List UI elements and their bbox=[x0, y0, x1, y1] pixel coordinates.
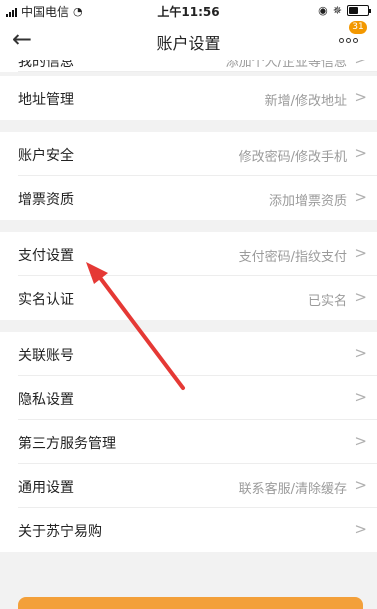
list-item[interactable]: 支付设置 支付密码/指纹支付 > bbox=[18, 232, 377, 276]
list-item[interactable]: 地址管理 新增/修改地址 > bbox=[18, 76, 377, 120]
settings-groups: 地址管理 新增/修改地址 > 账户安全 修改密码/修改手机 > 增票资质 添加增票资质 > 支付设… bbox=[0, 76, 377, 552]
settings-group-4: 关联账号 > 隐私设置 > 第三方服务管理 > 通用设置 联系客服/清除缓存 > 关于苏宁易购 > bbox=[0, 332, 377, 552]
row-value: 联系客服/清除缓存 bbox=[238, 482, 347, 497]
row-label: 我的信息 bbox=[18, 60, 74, 70]
row-value: 添加个人/企业等信息 bbox=[225, 60, 347, 70]
row-label: 支付设置 bbox=[18, 248, 74, 264]
list-item[interactable]: 通用设置 联系客服/清除缓存 > bbox=[18, 464, 377, 508]
group-divider bbox=[0, 220, 377, 232]
chevron-right-icon: > bbox=[354, 188, 367, 206]
row-label: 地址管理 bbox=[18, 92, 74, 108]
list-item[interactable]: 账户安全 修改密码/修改手机 > bbox=[18, 132, 377, 176]
settings-group-3: 支付设置 支付密码/指纹支付 > 实名认证 已实名 > bbox=[0, 232, 377, 320]
chevron-right-icon: > bbox=[354, 144, 367, 162]
row-label: 第三方服务管理 bbox=[18, 436, 116, 452]
chevron-right-icon: > bbox=[354, 432, 367, 450]
row-value: 修改密码/修改手机 bbox=[238, 150, 347, 165]
list-item-my-info[interactable]: 我的信息 添加个人/企业等信息 > bbox=[18, 60, 377, 72]
row-value: 新增/修改地址 bbox=[264, 94, 347, 109]
chevron-right-icon: > bbox=[354, 244, 367, 262]
chevron-right-icon: > bbox=[354, 344, 367, 362]
battery-fill bbox=[349, 7, 358, 14]
notification-badge: 31 bbox=[349, 21, 367, 34]
row-label: 实名认证 bbox=[18, 292, 74, 308]
list-item[interactable]: 关于苏宁易购 > bbox=[18, 508, 377, 552]
status-right: ◉ ✵ bbox=[318, 4, 371, 17]
settings-group-2: 账户安全 修改密码/修改手机 > 增票资质 添加增票资质 > bbox=[0, 132, 377, 220]
settings-list: 我的信息 添加个人/企业等信息 > 地址管理 新增/修改地址 > 账户安全 修改密码/修… bbox=[0, 60, 377, 609]
row-value: 支付密码/指纹支付 bbox=[238, 250, 347, 265]
row-label: 增票资质 bbox=[18, 192, 74, 208]
list-item[interactable]: 实名认证 已实名 > bbox=[18, 276, 377, 320]
settings-group-0: 我的信息 添加个人/企业等信息 > bbox=[0, 60, 377, 72]
group-divider bbox=[0, 320, 377, 332]
chevron-right-icon: > bbox=[354, 60, 367, 68]
row-label: 关于苏宁易购 bbox=[18, 524, 102, 540]
more-dots-icon bbox=[339, 38, 358, 43]
row-label: 通用设置 bbox=[18, 480, 74, 496]
row-label: 账户安全 bbox=[18, 148, 74, 164]
settings-group-1: 地址管理 新增/修改地址 > bbox=[0, 76, 377, 120]
chevron-right-icon: > bbox=[354, 388, 367, 406]
more-menu-button[interactable]: 31 bbox=[335, 21, 367, 54]
row-label: 隐私设置 bbox=[18, 392, 74, 408]
row-value: 已实名 bbox=[307, 294, 347, 309]
bluetooth-icon: ✵ bbox=[332, 4, 342, 17]
group-divider bbox=[0, 120, 377, 132]
logout-button[interactable] bbox=[18, 597, 363, 609]
battery-icon bbox=[347, 5, 371, 16]
alarm-icon: ◉ bbox=[318, 4, 328, 17]
list-item[interactable]: 关联账号 > bbox=[18, 332, 377, 376]
nav-bar: ← 账户设置 31 bbox=[0, 20, 377, 60]
chevron-right-icon: > bbox=[354, 88, 367, 106]
status-bar: 中国电信 ◔ 上午11:56 ◉ ✵ bbox=[0, 0, 377, 20]
row-label: 关联账号 bbox=[18, 348, 74, 364]
list-item[interactable]: 第三方服务管理 > bbox=[18, 420, 377, 464]
row-value: 添加增票资质 bbox=[268, 194, 347, 209]
chevron-right-icon: > bbox=[354, 520, 367, 538]
chevron-right-icon: > bbox=[354, 288, 367, 306]
page-title: 账户设置 bbox=[156, 34, 221, 53]
list-item[interactable]: 隐私设置 > bbox=[18, 376, 377, 420]
list-item[interactable]: 增票资质 添加增票资质 > bbox=[18, 176, 377, 220]
chevron-right-icon: > bbox=[354, 476, 367, 494]
